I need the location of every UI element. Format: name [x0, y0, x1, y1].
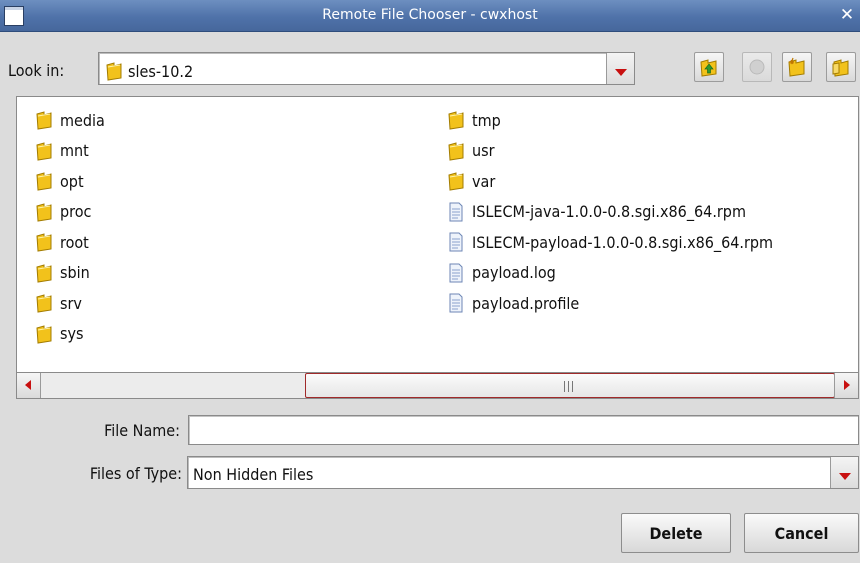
files-of-type-label: Files of Type:: [89, 464, 182, 483]
folder-icon: [33, 201, 55, 223]
file-icon: [445, 262, 467, 284]
file-list-item[interactable]: proc: [33, 197, 105, 228]
folder-icon: [105, 61, 123, 81]
folder-icon: [33, 262, 55, 284]
chevron-down-icon[interactable]: [606, 53, 634, 84]
file-icon: [445, 231, 467, 253]
file-name-text: ISLECM-payload-1.0.0-0.8.sgi.x86_64.rpm: [472, 232, 774, 252]
new-folder-button[interactable]: [782, 52, 812, 82]
file-name-text: usr: [472, 141, 495, 161]
close-icon[interactable]: ✕: [838, 4, 856, 26]
file-name-text: media: [60, 110, 105, 130]
folder-icon: [445, 140, 467, 162]
file-list-item[interactable]: payload.profile: [445, 288, 773, 319]
list-view-button[interactable]: [826, 52, 856, 82]
file-list-item[interactable]: usr: [445, 136, 773, 167]
file-list[interactable]: media mnt opt proc root sbin srv sys tmp usr var I…: [16, 96, 859, 372]
horizontal-scrollbar[interactable]: [16, 372, 859, 399]
file-name-text: ISLECM-java-1.0.0-0.8.sgi.x86_64.rpm: [472, 202, 746, 222]
folder-icon: [33, 109, 55, 131]
file-list-column-2: tmp usr var ISLECM-java-1.0.0-0.8.sgi.x86_6…: [445, 105, 773, 319]
list-view-icon: [832, 59, 849, 77]
file-list-item[interactable]: ISLECM-payload-1.0.0-0.8.sgi.x86_64.rpm: [445, 227, 773, 258]
home-icon: [749, 59, 765, 75]
look-in-label: Look in:: [8, 61, 65, 80]
folder-icon: [33, 140, 55, 162]
file-list-item[interactable]: srv: [33, 288, 105, 319]
file-name-text: var: [472, 171, 496, 191]
file-name-text: payload.profile: [472, 293, 580, 313]
file-name-text: srv: [60, 293, 82, 313]
file-list-item[interactable]: sys: [33, 319, 105, 350]
file-name-text: mnt: [60, 141, 89, 161]
file-name-text: sbin: [60, 263, 90, 283]
folder-icon: [33, 231, 55, 253]
look-in-combo[interactable]: sles-10.2: [98, 52, 635, 85]
file-name-label: File Name:: [104, 421, 180, 440]
folder-icon: [33, 170, 55, 192]
scroll-right-button[interactable]: [834, 373, 858, 398]
window-title: Remote File Chooser - cwxhost: [322, 7, 538, 23]
file-name-text: sys: [60, 324, 84, 344]
chevron-down-icon[interactable]: [830, 457, 858, 488]
file-list-item[interactable]: opt: [33, 166, 105, 197]
grip-icon: [564, 381, 573, 392]
title-bar: Remote File Chooser - cwxhost ✕: [0, 0, 860, 32]
folder-icon: [33, 323, 55, 345]
files-of-type-combo[interactable]: Non Hidden Files: [187, 456, 859, 489]
file-list-item[interactable]: var: [445, 166, 773, 197]
file-name-text: tmp: [472, 110, 501, 130]
new-folder-icon: [788, 57, 805, 77]
delete-button[interactable]: Delete: [621, 513, 731, 553]
file-list-item[interactable]: mnt: [33, 136, 105, 167]
folder-icon: [445, 170, 467, 192]
up-folder-icon: [700, 59, 717, 77]
file-list-column-1: media mnt opt proc root sbin srv sys: [33, 105, 105, 349]
file-list-item[interactable]: payload.log: [445, 258, 773, 289]
file-name-text: root: [60, 232, 89, 252]
scrollbar-thumb[interactable]: [305, 373, 835, 398]
file-list-item[interactable]: sbin: [33, 258, 105, 289]
folder-icon: [445, 109, 467, 131]
file-name-text: payload.log: [472, 263, 556, 283]
file-icon: [445, 201, 467, 223]
file-name-text: opt: [60, 171, 84, 191]
file-list-item[interactable]: media: [33, 105, 105, 136]
cancel-button[interactable]: Cancel: [744, 513, 859, 553]
file-icon: [445, 292, 467, 314]
up-folder-button[interactable]: [694, 52, 724, 82]
look-in-value: sles-10.2: [128, 61, 194, 81]
file-name-text: proc: [60, 202, 92, 222]
folder-icon: [33, 292, 55, 314]
file-list-item[interactable]: ISLECM-java-1.0.0-0.8.sgi.x86_64.rpm: [445, 197, 773, 228]
file-list-item[interactable]: root: [33, 227, 105, 258]
file-name-field[interactable]: [188, 415, 859, 445]
home-button[interactable]: [742, 52, 772, 82]
scroll-left-button[interactable]: [17, 373, 41, 398]
file-list-item[interactable]: tmp: [445, 105, 773, 136]
files-of-type-value: Non Hidden Files: [193, 465, 314, 484]
